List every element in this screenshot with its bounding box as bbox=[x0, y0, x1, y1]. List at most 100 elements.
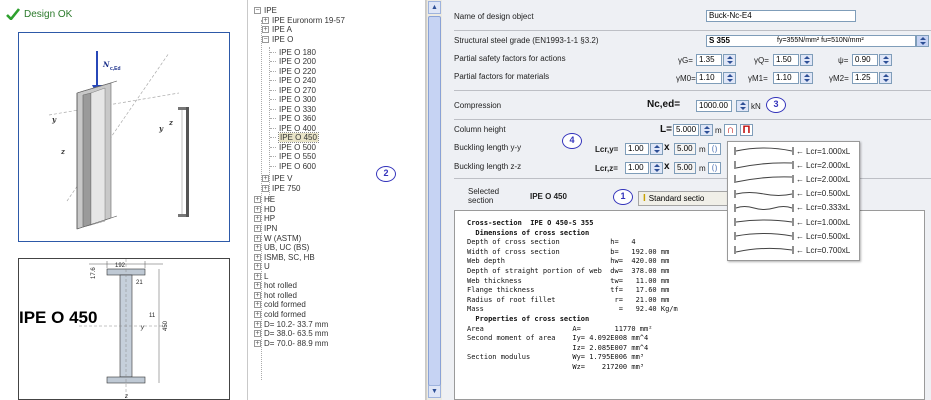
tree-item[interactable]: − IPE bbox=[254, 6, 277, 15]
gM0-input[interactable]: 1.10 bbox=[696, 72, 722, 84]
expand-icon[interactable]: + bbox=[254, 206, 261, 213]
tree-item[interactable]: IPE O 180 bbox=[270, 48, 316, 57]
tree-item[interactable]: IPE O 400 bbox=[270, 124, 316, 133]
tree-item[interactable]: + W (ASTM) bbox=[254, 234, 301, 243]
psi-spinner[interactable] bbox=[879, 54, 892, 66]
section-tree[interactable]: − IPE + IPE Euronorm 19-57 + IPE A − IPE O IPE O… bbox=[248, 0, 426, 400]
collapse-icon[interactable]: − bbox=[254, 7, 261, 14]
object-name-input[interactable]: Buck-Nc-E4 bbox=[706, 10, 856, 22]
tree-item[interactable]: + UB, UC (BS) bbox=[254, 243, 309, 252]
buckling-option[interactable]: ← Lcr=0.333xL bbox=[734, 202, 850, 214]
tree-item[interactable]: + L bbox=[254, 272, 268, 281]
tree-item[interactable]: + ISMB, SC, HB bbox=[254, 253, 315, 262]
tree-item[interactable]: IPE O 200 bbox=[270, 57, 316, 66]
tree-item[interactable]: + U bbox=[254, 262, 270, 271]
expand-icon[interactable]: + bbox=[254, 263, 261, 270]
standard-sections-button[interactable]: I Standard sectio bbox=[638, 191, 736, 206]
tree-item[interactable]: IPE O 270 bbox=[270, 86, 316, 95]
tree-item[interactable]: + hot rolled bbox=[254, 291, 297, 300]
buckling-length-popup[interactable]: ← Lcr=1.000xL ← Lcr=2.000xL ← Lcr=2.000xL ← Lcr… bbox=[727, 141, 860, 261]
ned-input[interactable]: 1000.00 bbox=[696, 100, 732, 112]
tree-item[interactable]: IPE O 550 bbox=[270, 152, 316, 161]
expand-icon[interactable]: + bbox=[254, 330, 261, 337]
expand-icon[interactable]: + bbox=[254, 321, 261, 328]
expand-icon[interactable]: + bbox=[254, 301, 261, 308]
tree-item[interactable]: + D= 70.0- 88.9 mm bbox=[254, 339, 328, 348]
tree-item[interactable]: + IPN bbox=[254, 224, 277, 233]
tree-item[interactable]: + cold formed bbox=[254, 310, 306, 319]
lcrz-factor-input[interactable]: 1.00 bbox=[625, 162, 649, 174]
expand-icon[interactable]: + bbox=[254, 244, 261, 251]
expand-icon[interactable]: + bbox=[262, 175, 269, 182]
gammaQ-input[interactable]: 1.50 bbox=[773, 54, 799, 66]
gammaG-spinner[interactable] bbox=[723, 54, 736, 66]
tree-item[interactable]: + IPE Euronorm 19-57 bbox=[262, 16, 345, 25]
expand-icon[interactable]: + bbox=[254, 340, 261, 347]
gM0-spinner[interactable] bbox=[723, 72, 736, 84]
collapse-icon[interactable]: − bbox=[262, 36, 269, 43]
gammaQ-spinner[interactable] bbox=[800, 54, 813, 66]
tree-item[interactable]: IPE O 450 bbox=[270, 132, 319, 143]
tree-item[interactable]: + hot rolled bbox=[254, 281, 297, 290]
expand-icon[interactable]: + bbox=[262, 26, 269, 33]
gM1-spinner[interactable] bbox=[800, 72, 813, 84]
tree-item[interactable]: + IPE 750 bbox=[262, 184, 300, 193]
tree-scroll-thumb[interactable] bbox=[428, 16, 441, 386]
tree-item[interactable]: + HD bbox=[254, 205, 276, 214]
tree-scrollbar[interactable]: ▲ ▼ bbox=[426, 0, 442, 400]
tree-item[interactable]: IPE O 600 bbox=[270, 162, 316, 171]
tree-item[interactable]: + D= 10.2- 33.7 mm bbox=[254, 320, 328, 329]
tree-item[interactable]: IPE O 360 bbox=[270, 114, 316, 123]
expand-icon[interactable]: + bbox=[254, 311, 261, 318]
lcrz-spinner[interactable] bbox=[650, 162, 663, 174]
buckling-option[interactable]: ← Lcr=2.000xL bbox=[734, 173, 850, 185]
column-height-spinner[interactable] bbox=[700, 124, 713, 136]
scroll-up-arrow-icon[interactable]: ▲ bbox=[428, 1, 441, 14]
tree-item[interactable]: IPE O 500 bbox=[270, 143, 316, 152]
lcry-spinner[interactable] bbox=[650, 143, 663, 155]
tree-item[interactable]: + IPE V bbox=[262, 174, 292, 183]
ned-spinner[interactable] bbox=[736, 100, 749, 112]
column-height-input[interactable]: 5.000 bbox=[673, 124, 699, 136]
buckling-option[interactable]: ← Lcr=0.500xL bbox=[734, 230, 850, 242]
tree-item[interactable]: IPE O 300 bbox=[270, 95, 316, 104]
tree-item[interactable]: − IPE O bbox=[262, 35, 293, 44]
buckling-option[interactable]: ← Lcr=1.000xL bbox=[734, 216, 850, 228]
tree-item[interactable]: + D= 38.0- 63.5 mm bbox=[254, 329, 328, 338]
buckling-mode-y-icon[interactable]: ⟮⟯ bbox=[708, 143, 721, 155]
gM1-input[interactable]: 1.10 bbox=[773, 72, 799, 84]
expand-icon[interactable]: + bbox=[254, 196, 261, 203]
support-pinned-icon[interactable]: ∩ bbox=[724, 124, 737, 136]
scroll-down-arrow-icon[interactable]: ▼ bbox=[428, 385, 441, 398]
tree-item[interactable]: IPE O 240 bbox=[270, 76, 316, 85]
expand-icon[interactable]: + bbox=[254, 282, 261, 289]
tree-item[interactable]: + HE bbox=[254, 195, 275, 204]
expand-icon[interactable]: + bbox=[254, 273, 261, 280]
expand-icon[interactable]: + bbox=[262, 185, 269, 192]
tree-item[interactable]: + IPE A bbox=[262, 25, 292, 34]
tree-item[interactable]: IPE O 330 bbox=[270, 105, 316, 114]
tree-item[interactable]: + HP bbox=[254, 214, 275, 223]
buckling-option[interactable]: ← Lcr=2.000xL bbox=[734, 159, 850, 171]
tree-connector bbox=[270, 71, 276, 72]
gM2-spinner[interactable] bbox=[879, 72, 892, 84]
buckling-option[interactable]: ← Lcr=1.000xL bbox=[734, 145, 850, 157]
lcry-factor-input[interactable]: 1.00 bbox=[625, 143, 649, 155]
buckling-option[interactable]: ← Lcr=0.700xL bbox=[734, 244, 850, 256]
support-fixed-icon[interactable]: Π bbox=[740, 124, 753, 136]
psi-input[interactable]: 0.90 bbox=[852, 54, 878, 66]
expand-icon[interactable]: + bbox=[254, 225, 261, 232]
expand-icon[interactable]: + bbox=[254, 254, 261, 261]
expand-icon[interactable]: + bbox=[254, 215, 261, 222]
expand-icon[interactable]: + bbox=[254, 235, 261, 242]
expand-icon[interactable]: + bbox=[262, 17, 269, 24]
tree-item[interactable]: + cold formed bbox=[254, 300, 306, 309]
steel-grade-select[interactable]: S 355 fy=355N/mm² fu=510N/mm² bbox=[706, 35, 916, 47]
tree-item[interactable]: IPE O 220 bbox=[270, 67, 316, 76]
buckling-option[interactable]: ← Lcr=0.500xL bbox=[734, 188, 850, 200]
gammaG-input[interactable]: 1.35 bbox=[696, 54, 722, 66]
chevron-down-icon[interactable] bbox=[916, 35, 929, 47]
buckling-mode-z-icon[interactable]: ⟮⟯ bbox=[708, 162, 721, 174]
gM2-input[interactable]: 1.25 bbox=[852, 72, 878, 84]
expand-icon[interactable]: + bbox=[254, 292, 261, 299]
